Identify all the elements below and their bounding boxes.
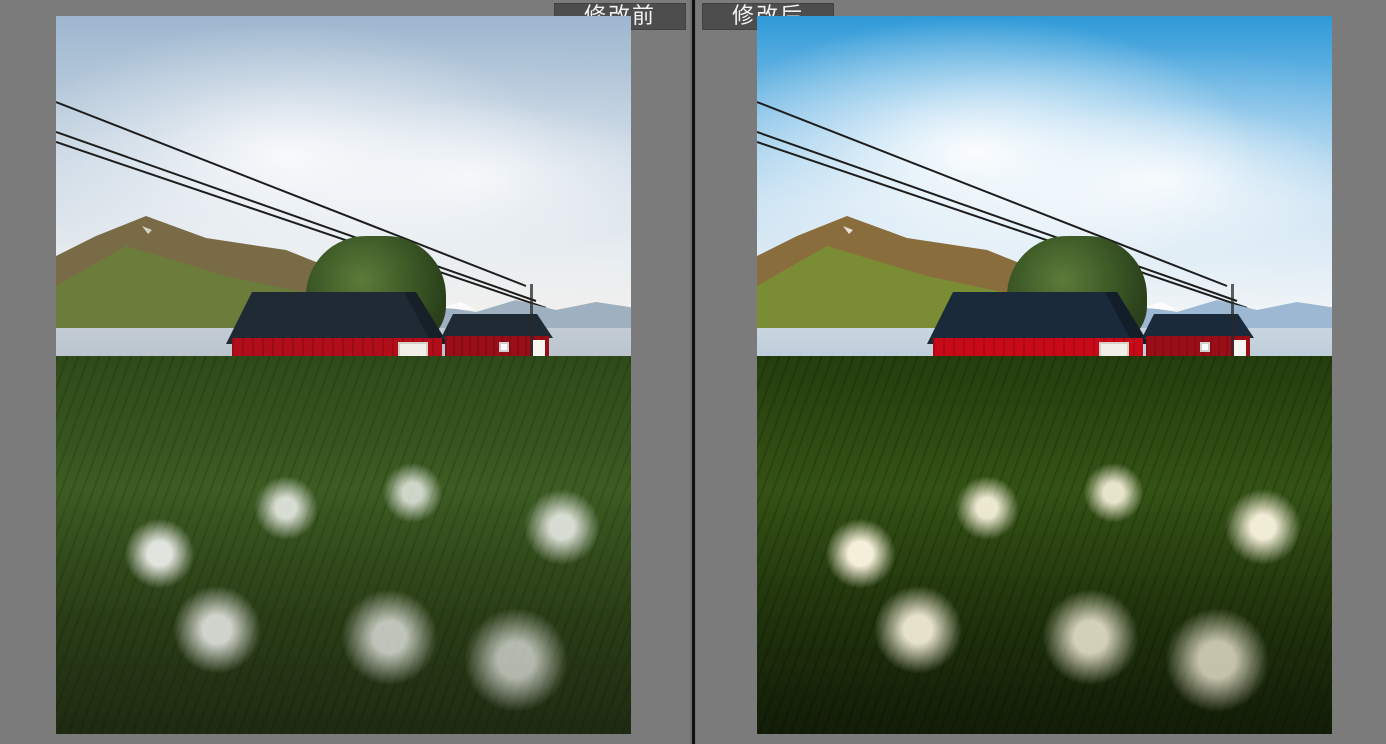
before-photo: [56, 16, 631, 734]
after-pane: 修改后: [696, 0, 1386, 744]
flower-meadow: [757, 356, 1332, 734]
after-photo: [757, 16, 1332, 734]
window: [1200, 342, 1210, 352]
flower-meadow: [56, 356, 631, 734]
window: [499, 342, 509, 352]
before-pane: 修改前: [0, 0, 690, 744]
